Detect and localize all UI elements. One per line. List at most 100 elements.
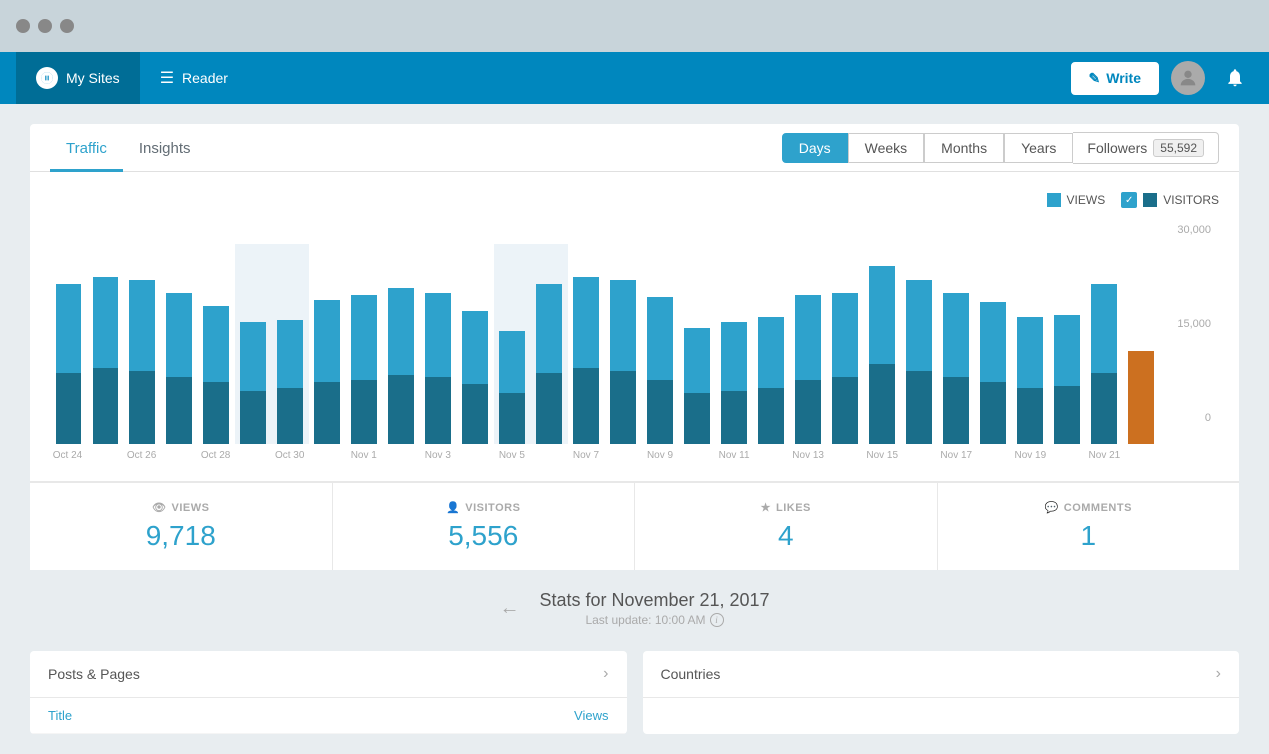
stats-row: 👁 VIEWS 9,718 👤 VISITORS 5,556 ★ LIKES 4… xyxy=(30,482,1239,570)
bar-views xyxy=(536,284,562,373)
bar-visitors xyxy=(166,377,192,444)
bar-group-9[interactable] xyxy=(383,244,420,444)
bar-group-24[interactable] xyxy=(937,244,974,444)
bar-group-10[interactable] xyxy=(420,244,457,444)
bar-group-5[interactable] xyxy=(235,244,272,444)
x-label-12: Nov 5 xyxy=(494,450,529,461)
x-label-1 xyxy=(87,450,122,461)
bar-group-28[interactable] xyxy=(1085,244,1122,444)
likes-star-icon: ★ xyxy=(761,501,771,514)
back-button[interactable]: ← xyxy=(499,597,519,620)
bar-group-21[interactable] xyxy=(826,244,863,444)
visitors-stat-label: VISITORS xyxy=(465,502,520,514)
bar-visitors xyxy=(351,380,377,444)
bar-visitors xyxy=(203,382,229,444)
bar-group-6[interactable] xyxy=(272,244,309,444)
bar-visitors xyxy=(980,382,1006,444)
bar-views xyxy=(129,280,155,371)
bar-views xyxy=(56,284,82,373)
x-label-15 xyxy=(605,450,640,461)
tab-traffic[interactable]: Traffic xyxy=(50,124,123,172)
period-weeks-button[interactable]: Weeks xyxy=(848,133,925,163)
bar-visitors xyxy=(721,391,747,444)
chart-y-axis: 30,000 15,000 0 xyxy=(1159,224,1219,424)
x-label-19 xyxy=(754,450,789,461)
legend-views-label: VIEWS xyxy=(1067,193,1106,207)
bar-group-1[interactable] xyxy=(87,244,124,444)
bar-visitors xyxy=(684,393,710,444)
bar-visitors xyxy=(425,377,451,444)
period-controls: Days Weeks Months Years Followers 55,592 xyxy=(782,132,1219,164)
period-days-button[interactable]: Days xyxy=(782,133,848,163)
write-button[interactable]: ✎ Write xyxy=(1071,62,1159,95)
bar-group-12[interactable] xyxy=(494,244,531,444)
bar-group-14[interactable] xyxy=(568,244,605,444)
period-months-button[interactable]: Months xyxy=(924,133,1004,163)
bar-stack xyxy=(129,280,155,444)
x-label-10: Nov 3 xyxy=(420,450,455,461)
bar-group-27[interactable] xyxy=(1048,244,1085,444)
reader-button[interactable]: ☰ Reader xyxy=(140,52,248,104)
avatar[interactable] xyxy=(1171,61,1205,95)
bar-visitors xyxy=(277,388,303,444)
legend-visitors-label: VISITORS xyxy=(1163,193,1219,207)
bar-group-22[interactable] xyxy=(863,244,900,444)
info-icon[interactable]: i xyxy=(710,613,724,627)
bar-stack xyxy=(647,297,673,444)
notifications-icon[interactable] xyxy=(1217,60,1253,96)
bar-views xyxy=(203,306,229,382)
bar-group-19[interactable] xyxy=(752,244,789,444)
posts-panel-header[interactable]: Posts & Pages › xyxy=(30,651,627,698)
comments-stat-value: 1 xyxy=(958,520,1220,552)
mysites-button[interactable]: My Sites xyxy=(16,52,140,104)
countries-panel-header[interactable]: Countries › xyxy=(643,651,1240,698)
bar-visitors xyxy=(906,371,932,444)
followers-button[interactable]: Followers 55,592 xyxy=(1073,132,1219,164)
bar-group-8[interactable] xyxy=(346,244,383,444)
period-years-button[interactable]: Years xyxy=(1004,133,1073,163)
bar-views xyxy=(166,293,192,377)
traffic-light-yellow xyxy=(38,19,52,33)
bar-stack xyxy=(573,277,599,444)
bar-group-20[interactable] xyxy=(789,244,826,444)
bar-group-17[interactable] xyxy=(678,244,715,444)
x-label-7 xyxy=(309,450,344,461)
bar-views xyxy=(610,280,636,371)
posts-col-title: Title xyxy=(48,708,72,723)
x-label-18: Nov 11 xyxy=(717,450,752,461)
tab-insights[interactable]: Insights xyxy=(123,124,207,172)
nav-bar: My Sites ☰ Reader ✎ Write xyxy=(0,52,1269,104)
bar-views xyxy=(1017,317,1043,388)
x-label-16: Nov 9 xyxy=(643,450,678,461)
bar-group-0[interactable] xyxy=(50,244,87,444)
bar-stack xyxy=(758,317,784,444)
bar-group-3[interactable] xyxy=(161,244,198,444)
bar-group-23[interactable] xyxy=(900,244,937,444)
bar-group-29[interactable] xyxy=(1122,244,1159,444)
countries-panel-title: Countries xyxy=(661,666,721,682)
bar-visitors xyxy=(1017,388,1043,444)
bar-views xyxy=(425,293,451,377)
bar-group-26[interactable] xyxy=(1011,244,1048,444)
bar-stack xyxy=(1017,317,1043,444)
bar-views xyxy=(758,317,784,388)
legend-views: VIEWS xyxy=(1047,193,1106,207)
chart-section: VIEWS ✓ VISITORS Oct 24Oct 26Oct 28Oct 3… xyxy=(30,172,1239,482)
reader-label: Reader xyxy=(182,70,228,86)
bar-group-13[interactable] xyxy=(531,244,568,444)
bar-group-4[interactable] xyxy=(198,244,235,444)
bar-group-15[interactable] xyxy=(605,244,642,444)
bar-stack xyxy=(869,266,895,444)
bar-views xyxy=(1054,315,1080,386)
bar-group-16[interactable] xyxy=(642,244,679,444)
bar-group-2[interactable] xyxy=(124,244,161,444)
bar-group-18[interactable] xyxy=(715,244,752,444)
bar-group-11[interactable] xyxy=(457,244,494,444)
bar-visitors xyxy=(56,373,82,444)
nav-left: My Sites ☰ Reader xyxy=(16,52,248,104)
bar-visitors xyxy=(1128,351,1154,444)
bar-visitors xyxy=(758,388,784,444)
bar-group-25[interactable] xyxy=(974,244,1011,444)
bar-group-7[interactable] xyxy=(309,244,346,444)
bar-stack xyxy=(980,302,1006,444)
